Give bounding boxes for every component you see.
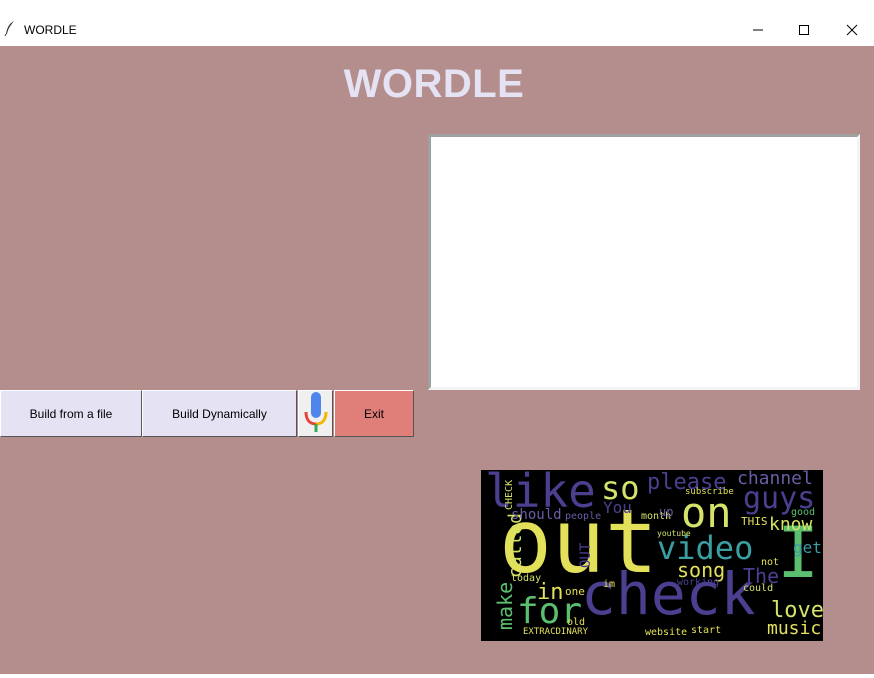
wc-word: EXTRACDINARY bbox=[523, 627, 589, 637]
microphone-icon bbox=[301, 390, 331, 437]
window-title: WORDLE bbox=[24, 23, 77, 37]
wc-word: THIS bbox=[741, 515, 768, 528]
wc-word: one bbox=[565, 585, 585, 598]
wc-word: OUT bbox=[578, 542, 594, 568]
exit-button[interactable]: Exit bbox=[334, 390, 414, 437]
maximize-button[interactable] bbox=[784, 14, 824, 46]
wc-word: working bbox=[677, 577, 720, 588]
wc-word: CHECK bbox=[504, 479, 515, 510]
wc-word: could bbox=[743, 583, 774, 594]
build-dynamically-label: Build Dynamically bbox=[172, 406, 267, 421]
microphone-button[interactable] bbox=[298, 390, 333, 437]
wc-word: get bbox=[793, 538, 822, 557]
wc-word: in bbox=[537, 580, 564, 605]
title-bar: WORDLE bbox=[0, 0, 874, 46]
build-from-file-button[interactable]: Build from a file bbox=[0, 390, 142, 437]
wc-word: people bbox=[565, 511, 602, 522]
wc-word: start bbox=[691, 625, 722, 636]
wc-word: im bbox=[603, 579, 616, 590]
wc-word: make bbox=[493, 581, 517, 630]
exit-label: Exit bbox=[363, 406, 384, 421]
maximize-icon bbox=[798, 24, 810, 36]
main-window: WORDLE Build from a file Build Dynamical… bbox=[0, 46, 874, 674]
wc-word: youtube bbox=[657, 529, 691, 538]
wc-word: on bbox=[681, 488, 732, 537]
window-bottom-edge bbox=[0, 674, 874, 678]
wc-word: should bbox=[511, 507, 562, 523]
close-button[interactable] bbox=[832, 14, 872, 46]
wc-word: check bbox=[581, 560, 756, 628]
wc-word: today bbox=[511, 573, 542, 584]
close-icon bbox=[846, 24, 858, 36]
feather-icon bbox=[4, 20, 16, 37]
minimize-icon bbox=[752, 24, 764, 36]
wc-word: subscribe bbox=[685, 487, 734, 497]
wc-word: website bbox=[645, 627, 688, 638]
wc-word: know bbox=[769, 514, 813, 535]
minimize-button[interactable] bbox=[738, 14, 778, 46]
wc-word: up bbox=[659, 505, 674, 519]
wc-word: good bbox=[791, 507, 816, 518]
text-input-area[interactable] bbox=[428, 134, 860, 390]
build-from-file-label: Build from a file bbox=[29, 406, 113, 421]
wc-word: not bbox=[761, 557, 780, 568]
word-cloud-image: out check like so please channel guys on… bbox=[481, 470, 823, 641]
wc-word: music bbox=[767, 618, 822, 639]
app-heading: WORDLE bbox=[343, 62, 525, 106]
build-dynamically-button[interactable]: Build Dynamically bbox=[142, 390, 297, 437]
wc-word: You bbox=[603, 498, 632, 517]
